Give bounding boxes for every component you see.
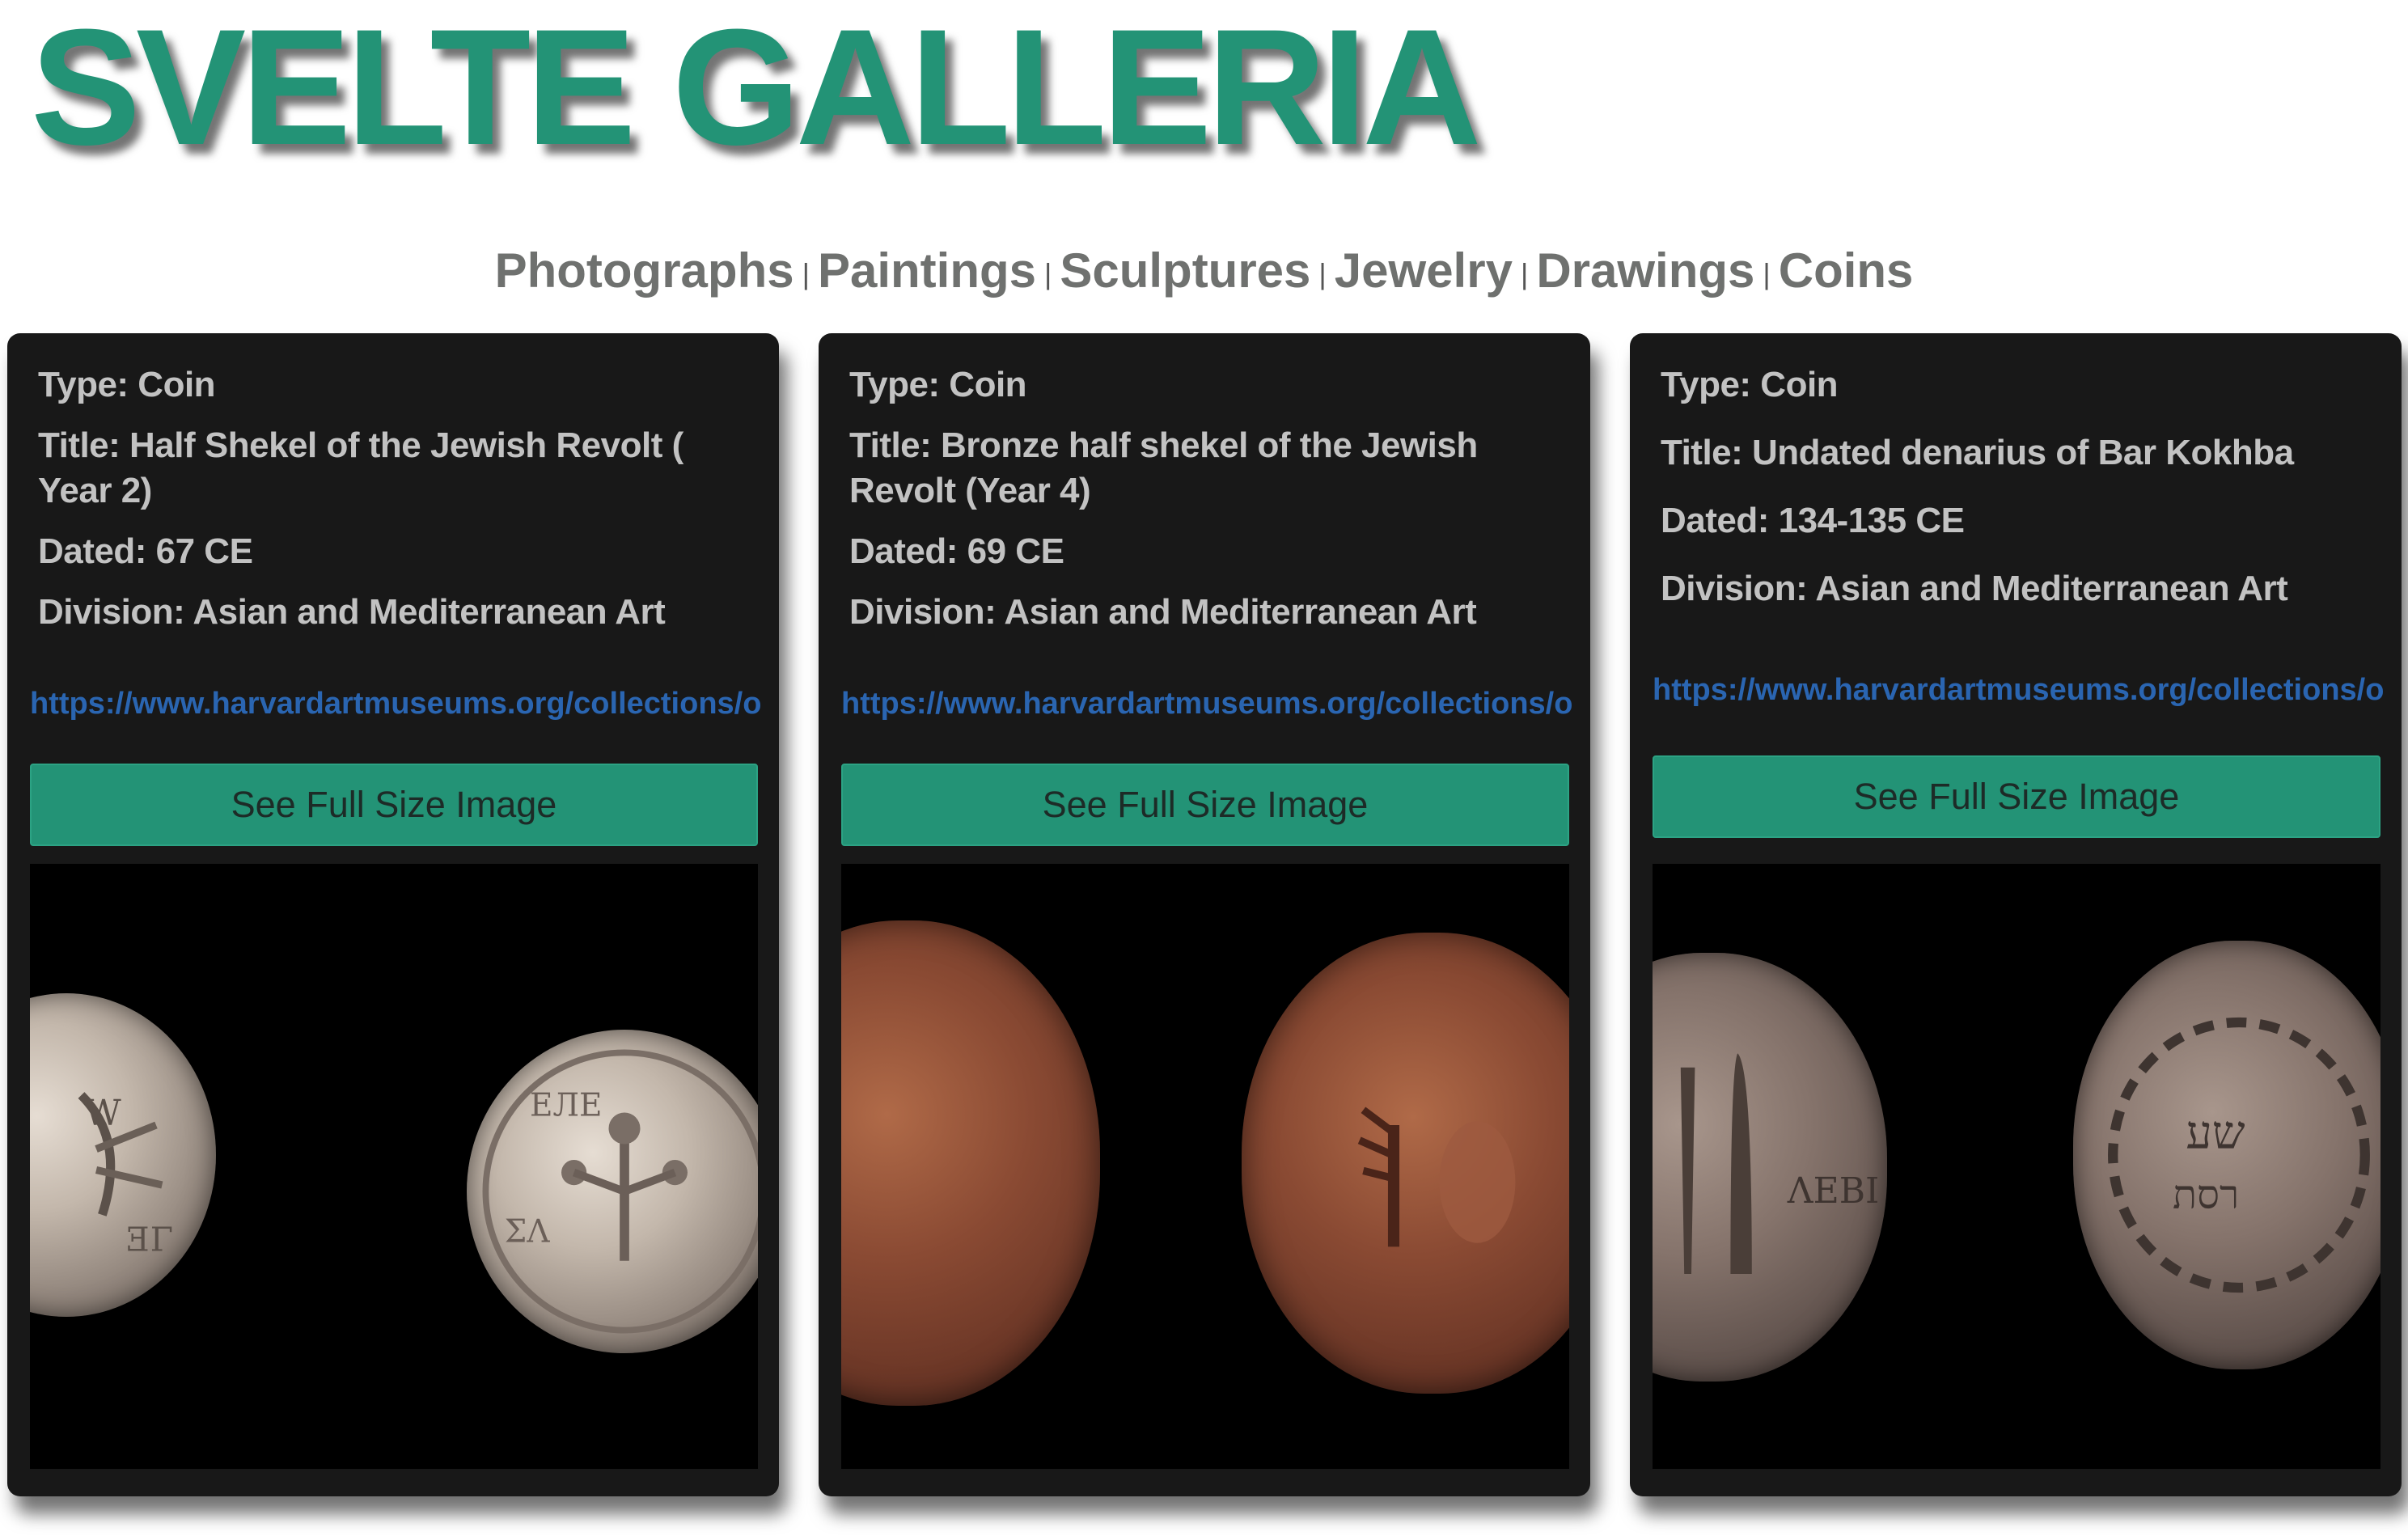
coin-obverse: ΛΕΒΙ	[1653, 953, 1887, 1382]
card-details: Type: Coin Title: Undated denarius of Ba…	[1661, 362, 2372, 627]
svg-text:ΣΛ: ΣΛ	[505, 1213, 551, 1250]
nav-separator: |	[1763, 257, 1771, 290]
see-full-size-image-button[interactable]: See Full Size Image	[30, 764, 758, 846]
card-division: Division: Asian and Mediterranean Art	[1661, 569, 2288, 608]
card-type: Type: Coin	[38, 365, 216, 404]
card-collection-link[interactable]: https://www.harvardartmuseums.org/collec…	[1653, 673, 2385, 708]
coin-obverse: W ƎΓ	[30, 993, 216, 1317]
trumpets-icon: ΛΕΒΙ	[1680, 1053, 1880, 1274]
coin-obverse	[841, 920, 1100, 1406]
svg-text:ΛΕΒΙ: ΛΕΒΙ	[1787, 1170, 1880, 1212]
artwork-card: Type: Coin Title: Bronze half shekel of …	[819, 333, 1590, 1496]
nav-link-jewelry[interactable]: Jewelry	[1335, 243, 1513, 298]
artwork-card: Type: Coin Title: Undated denarius of Ba…	[1630, 333, 2402, 1496]
card-division: Division: Asian and Mediterranean Art	[38, 592, 666, 632]
card-type: Type: Coin	[849, 365, 1027, 404]
nav-link-drawings[interactable]: Drawings	[1536, 243, 1754, 298]
nav-link-sculptures[interactable]: Sculptures	[1060, 243, 1310, 298]
category-nav: Photographs | Paintings | Sculptures | Jewelry…	[0, 243, 2408, 298]
nav-separator: |	[1520, 257, 1529, 290]
coin-reverse: ЕЛЕ ΣΛ	[467, 1030, 758, 1353]
card-dated: Dated: 69 CE	[849, 531, 1064, 571]
nav-link-photographs[interactable]: Photographs	[495, 243, 794, 298]
nav-separator: |	[1318, 257, 1327, 290]
svg-text:W: W	[84, 1093, 121, 1134]
pomegranate-icon: ЕЛЕ ΣΛ	[482, 1049, 758, 1334]
coin-image[interactable]: W ƎΓ ЕЛЕ ΣΛ	[30, 864, 758, 1469]
nav-separator: |	[1043, 257, 1052, 290]
card-dated: Dated: 134-135 CE	[1661, 501, 1965, 540]
card-type: Type: Coin	[1661, 365, 1839, 404]
see-full-size-image-button[interactable]: See Full Size Image	[841, 764, 1569, 846]
coin-reverse: שע רסת	[2073, 941, 2380, 1369]
nav-link-coins[interactable]: Coins	[1779, 243, 1914, 298]
card-title: Title: Half Shekel of the Jewish Revolt …	[38, 425, 683, 510]
site-title: SVELTE GALLERIA	[31, 0, 1482, 180]
coin-image[interactable]	[841, 864, 1569, 1469]
svg-text:שע: שע	[2186, 1106, 2245, 1160]
svg-text:ƎΓ: ƎΓ	[126, 1220, 173, 1259]
coin-image[interactable]: ΛΕΒΙ שע רסת	[1653, 864, 2380, 1469]
card-details: Type: Coin Title: Half Shekel of the Jew…	[38, 362, 750, 650]
nav-separator: |	[802, 257, 810, 290]
wreath-icon: שע רסת	[2108, 1017, 2370, 1293]
card-collection-link[interactable]: https://www.harvardartmuseums.org/collec…	[841, 687, 1573, 721]
card-title: Title: Bronze half shekel of the Jewish …	[849, 425, 1478, 510]
card-title: Title: Undated denarius of Bar Kokhba	[1661, 433, 2294, 472]
palm-branch-icon	[1357, 1107, 1516, 1247]
coin-engraving-icon: W ƎΓ	[78, 1092, 173, 1259]
svg-text:ЕЛЕ: ЕЛЕ	[530, 1087, 602, 1123]
card-details: Type: Coin Title: Bronze half shekel of …	[849, 362, 1561, 650]
see-full-size-image-button[interactable]: See Full Size Image	[1653, 755, 2380, 838]
nav-link-paintings[interactable]: Paintings	[818, 243, 1036, 298]
card-dated: Dated: 67 CE	[38, 531, 253, 571]
card-division: Division: Asian and Mediterranean Art	[849, 592, 1477, 632]
coin-reverse	[1242, 933, 1569, 1394]
artwork-card: Type: Coin Title: Half Shekel of the Jew…	[7, 333, 779, 1496]
svg-text:רסת: רסת	[2173, 1171, 2239, 1218]
card-collection-link[interactable]: https://www.harvardartmuseums.org/collec…	[30, 687, 762, 721]
